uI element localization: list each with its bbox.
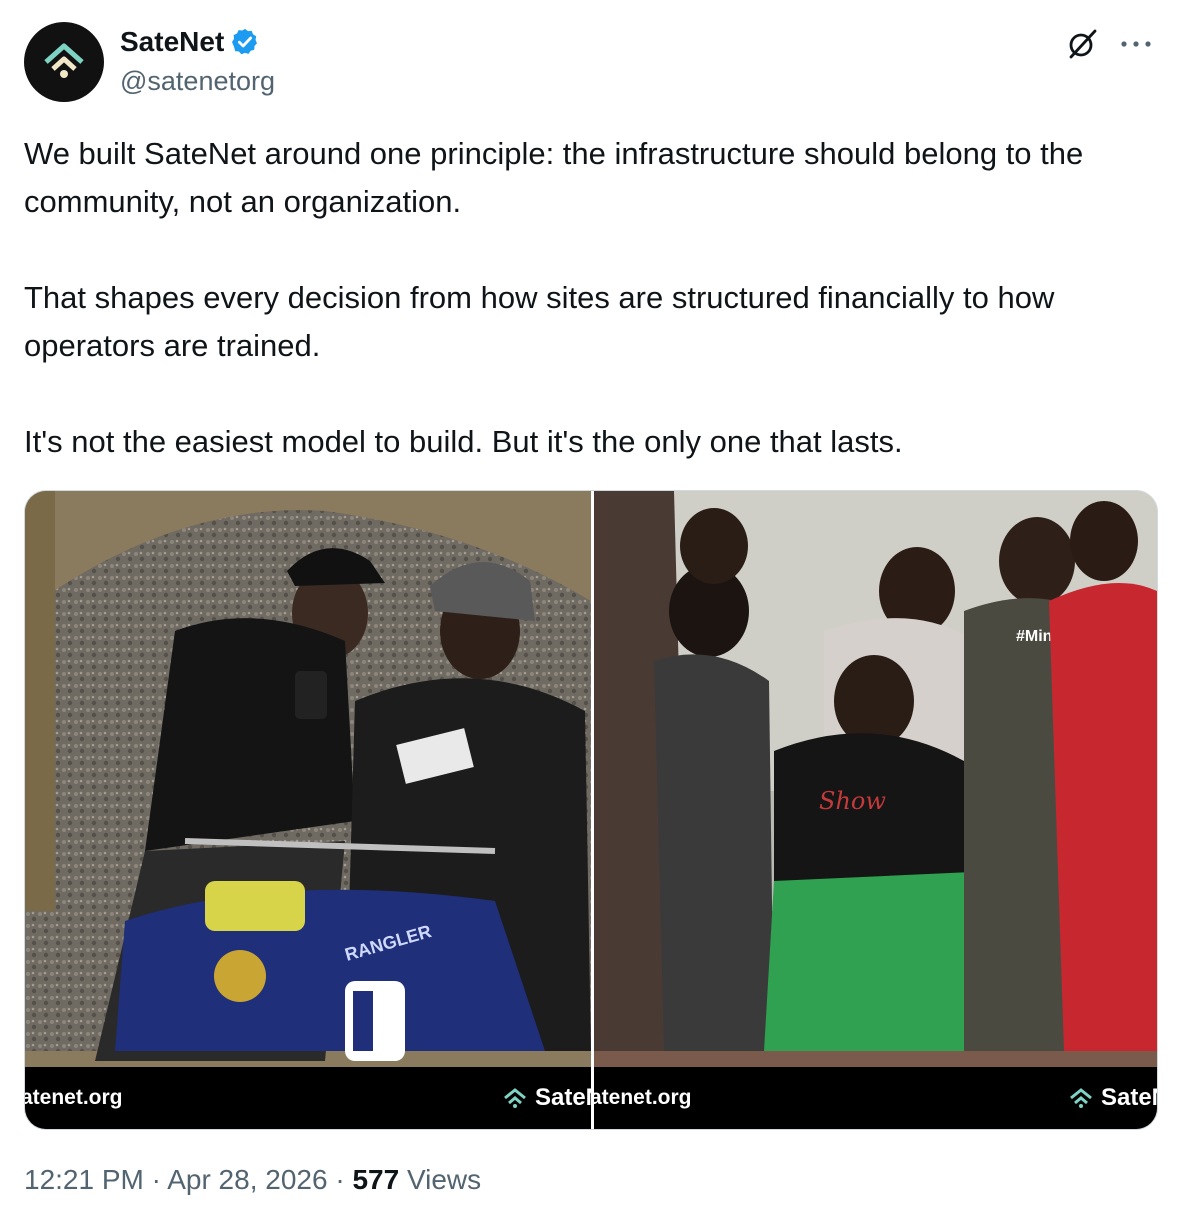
avatar[interactable] [24, 22, 104, 102]
author-name-row[interactable]: SateNet [120, 26, 260, 58]
tweet-text: We built SateNet around one principle: t… [24, 130, 1154, 466]
hoodie-text: Show [819, 787, 886, 815]
grok-button[interactable] [1062, 24, 1102, 64]
tweet-date[interactable]: Apr 28, 2026 [167, 1164, 327, 1195]
caption-brand: SateN [1069, 1084, 1157, 1112]
caption-brand-text: SateN [534, 1084, 591, 1111]
photo-caption-bar: atenet.org SateN [594, 1067, 1157, 1129]
tweet-paragraph: That shapes every decision from how site… [24, 280, 1055, 363]
photo-motorbike[interactable]: RANGLER atenet.org SateN [25, 491, 591, 1129]
caption-url: atenet.org [594, 1086, 692, 1109]
satenet-logo-icon [1070, 1088, 1092, 1108]
photo-group-illustration: Show #Minds [594, 491, 1157, 1129]
satenet-logo-icon [504, 1088, 526, 1108]
satenet-logo-icon [44, 43, 84, 78]
media-grid: RANGLER atenet.org SateN [24, 490, 1158, 1130]
tweet-paragraph: It's not the easiest model to build. But… [24, 424, 903, 459]
tweet-time[interactable]: 12:21 PM [24, 1164, 144, 1195]
more-horizontal-icon [1121, 41, 1151, 47]
caption-url: atenet.org [25, 1086, 123, 1109]
photo-group[interactable]: Show #Minds atenet.org SateN [594, 491, 1157, 1129]
tweet-paragraph: We built SateNet around one principle: t… [24, 136, 1084, 219]
views-label: Views [406, 1164, 482, 1195]
handle[interactable]: @satenetorg [120, 66, 275, 97]
meta-separator: · [151, 1164, 161, 1195]
photo-motorbike-illustration: RANGLER [25, 491, 591, 1129]
verified-badge-icon [232, 28, 258, 55]
caption-brand: SateN [503, 1084, 591, 1112]
display-name[interactable]: SateNet [120, 26, 224, 58]
meta-separator: · [335, 1164, 345, 1195]
more-button[interactable] [1114, 24, 1158, 64]
tweet-meta: 12:21 PM · Apr 28, 2026 · 577 Views [24, 1164, 481, 1196]
photo-caption-bar: atenet.org SateN [25, 1067, 591, 1129]
caption-brand-text: SateN [1100, 1084, 1157, 1111]
grok-icon [1069, 29, 1097, 59]
views-count: 577 [352, 1164, 400, 1195]
